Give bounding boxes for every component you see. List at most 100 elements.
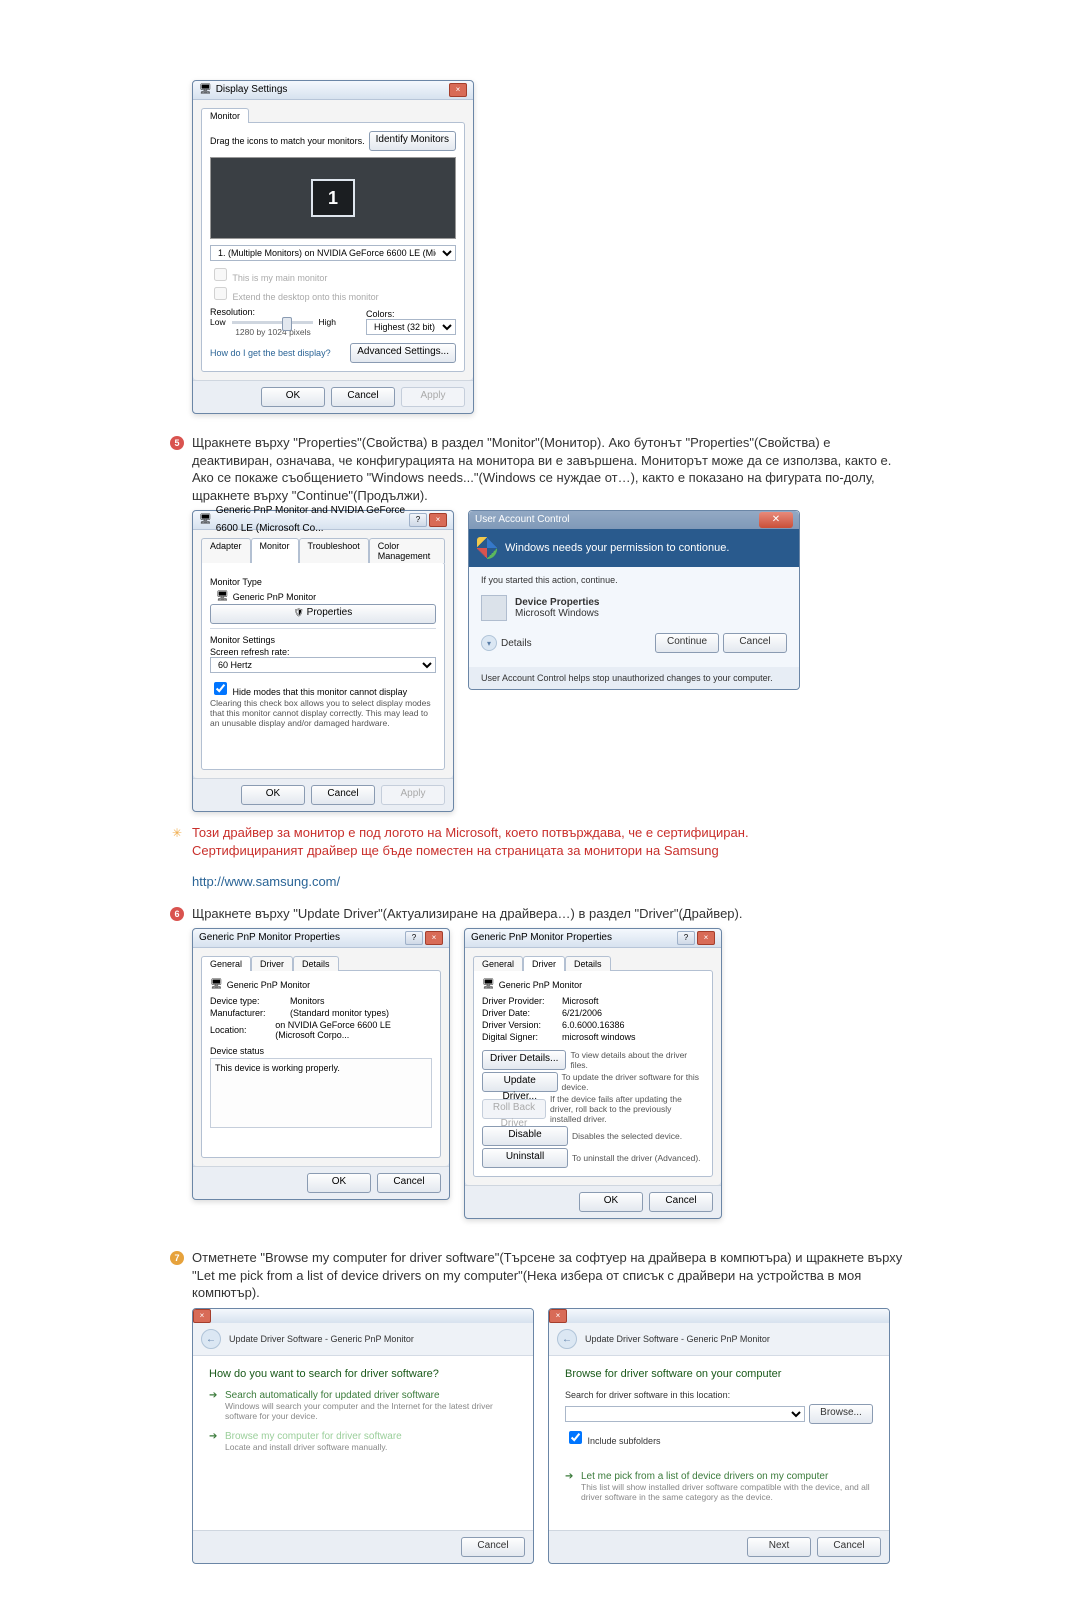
wizard-1-heading: How do you want to search for driver sof… xyxy=(209,1368,517,1380)
tab-monitor[interactable]: Monitor xyxy=(251,538,299,563)
chevron-down-icon[interactable]: ▾ xyxy=(481,635,497,651)
tab-general[interactable]: General xyxy=(201,956,251,971)
tab-color-management[interactable]: Color Management xyxy=(369,538,445,563)
refresh-rate-select[interactable]: 60 Hertz xyxy=(210,657,436,673)
apply-button: Apply xyxy=(401,387,465,407)
close-icon[interactable]: × xyxy=(697,931,715,945)
disable-desc: Disables the selected device. xyxy=(572,1131,682,1141)
location-combo[interactable] xyxy=(565,1406,805,1422)
tab-monitor[interactable]: Monitor xyxy=(201,108,249,123)
ok-button[interactable]: OK xyxy=(579,1192,643,1212)
include-subfolders-checkbox[interactable] xyxy=(569,1431,582,1444)
cancel-button[interactable]: Cancel xyxy=(723,633,787,653)
next-button[interactable]: Next xyxy=(747,1537,811,1557)
dd-value: 6/21/2006 xyxy=(562,1008,602,1018)
cancel-button[interactable]: Cancel xyxy=(377,1173,441,1193)
step-6-badge: 6 xyxy=(170,907,184,921)
location-label: Location: xyxy=(210,1025,275,1035)
properties-button[interactable]: 🛡 Properties xyxy=(210,604,436,624)
hide-modes-desc: Clearing this check box allows you to se… xyxy=(210,698,436,728)
tab-adapter[interactable]: Adapter xyxy=(201,538,251,563)
window-icon: 🖥 xyxy=(199,81,212,99)
manufacturer-label: Manufacturer: xyxy=(210,1008,290,1018)
close-icon[interactable]: ✕ xyxy=(759,512,793,528)
hide-modes-checkbox[interactable] xyxy=(214,682,227,695)
back-icon[interactable]: ← xyxy=(557,1329,577,1349)
wizard-1-title: Update Driver Software - Generic PnP Mon… xyxy=(229,1334,414,1344)
help-icon[interactable]: ? xyxy=(409,513,427,527)
close-icon[interactable]: × xyxy=(549,1309,567,1323)
window-icon: 🖥 xyxy=(199,511,212,529)
program-icon xyxy=(481,595,507,621)
update-driver-wizard-1: × ← Update Driver Software - Generic PnP… xyxy=(192,1308,534,1564)
close-icon[interactable]: × xyxy=(449,83,467,97)
ok-button[interactable]: OK xyxy=(307,1173,371,1193)
status-label: Device status xyxy=(210,1046,432,1056)
step-5-text-1: Щракнете върху "Properties"(Свойства) в … xyxy=(192,434,910,469)
details-label[interactable]: Details xyxy=(501,638,532,649)
monitor-1-icon[interactable]: 1 xyxy=(311,179,355,217)
cancel-button[interactable]: Cancel xyxy=(817,1537,881,1557)
main-monitor-label: This is my main monitor xyxy=(232,273,327,283)
manufacturer-value: (Standard monitor types) xyxy=(290,1008,389,1018)
opt1-desc: Windows will search your computer and th… xyxy=(225,1401,517,1421)
cancel-button[interactable]: Cancel xyxy=(649,1192,713,1212)
tab-driver[interactable]: Driver xyxy=(523,956,565,971)
help-icon[interactable]: ? xyxy=(405,931,423,945)
ok-button[interactable]: OK xyxy=(241,785,305,805)
option-let-me-pick[interactable]: ➔ Let me pick from a list of device driv… xyxy=(565,1471,873,1502)
option-browse-computer[interactable]: ➔ Browse my computer for driver software… xyxy=(209,1431,517,1452)
apply-button: Apply xyxy=(381,785,445,805)
close-icon[interactable]: × xyxy=(193,1309,211,1323)
update-driver-button[interactable]: Update Driver... xyxy=(482,1072,558,1092)
dd-label: Driver Date: xyxy=(482,1008,562,1018)
uac-program-name: Device Properties xyxy=(515,597,600,608)
driver-details-desc: To view details about the driver files. xyxy=(570,1050,704,1070)
arrow-icon: ➔ xyxy=(209,1431,219,1452)
tab-driver[interactable]: Driver xyxy=(251,956,293,971)
driver-details-button[interactable]: Driver Details... xyxy=(482,1050,566,1070)
samsung-link[interactable]: http://www.samsung.com/ xyxy=(192,874,340,889)
identify-monitors-button[interactable]: Identify Monitors xyxy=(369,131,456,151)
window-title: Generic PnP Monitor Properties xyxy=(199,929,340,947)
step-5-badge: 5 xyxy=(170,436,184,450)
hide-modes-label: Hide modes that this monitor cannot disp… xyxy=(233,687,408,697)
ok-button[interactable]: OK xyxy=(261,387,325,407)
disable-button[interactable]: Disable xyxy=(482,1126,568,1146)
extend-desktop-label: Extend the desktop onto this monitor xyxy=(233,292,379,302)
monitor-select[interactable]: 1. (Multiple Monitors) on NVIDIA GeForce… xyxy=(210,245,456,261)
close-icon[interactable]: × xyxy=(429,513,447,527)
monitor-preview-area: 1 xyxy=(210,157,456,239)
refresh-label: Screen refresh rate: xyxy=(210,647,436,657)
colors-select[interactable]: Highest (32 bit) xyxy=(366,319,456,335)
wizard-2-title: Update Driver Software - Generic PnP Mon… xyxy=(585,1334,770,1344)
uninstall-desc: To uninstall the driver (Advanced). xyxy=(572,1153,701,1163)
uac-dialog: User Account Control ✕ Windows needs you… xyxy=(468,510,800,690)
resolution-slider[interactable] xyxy=(232,321,313,324)
tab-troubleshoot[interactable]: Troubleshoot xyxy=(299,538,369,563)
browse-button[interactable]: Browse... xyxy=(809,1404,873,1424)
cancel-button[interactable]: Cancel xyxy=(311,785,375,805)
option-search-auto[interactable]: ➔ Search automatically for updated drive… xyxy=(209,1390,517,1421)
cancel-button[interactable]: Cancel xyxy=(331,387,395,407)
best-display-link[interactable]: How do I get the best display? xyxy=(210,348,331,358)
tab-general[interactable]: General xyxy=(473,956,523,971)
back-icon[interactable]: ← xyxy=(201,1329,221,1349)
note-line-2a: Сертифицираният драйвер ще бъде поместен… xyxy=(192,843,664,858)
res-value: 1280 by 1024 pixels xyxy=(210,327,336,337)
pick-desc: This list will show installed driver sof… xyxy=(581,1482,873,1502)
help-icon[interactable]: ? xyxy=(677,931,695,945)
advanced-settings-button[interactable]: Advanced Settings... xyxy=(350,343,456,363)
continue-button[interactable]: Continue xyxy=(655,633,719,653)
rollback-driver-button: Roll Back Driver xyxy=(482,1099,546,1119)
note-line-1: Този драйвер за монитор е под логото на … xyxy=(192,824,910,842)
tab-details[interactable]: Details xyxy=(293,956,339,971)
opt1-title: Search automatically for updated driver … xyxy=(225,1390,517,1401)
cancel-button[interactable]: Cancel xyxy=(461,1537,525,1557)
tab-details[interactable]: Details xyxy=(565,956,611,971)
rollback-driver-desc: If the device fails after updating the d… xyxy=(550,1094,704,1124)
close-icon[interactable]: × xyxy=(425,931,443,945)
uninstall-button[interactable]: Uninstall xyxy=(482,1148,568,1168)
wizard-2-heading: Browse for driver software on your compu… xyxy=(565,1368,873,1380)
monitor-properties-dialog: 🖥 Generic PnP Monitor and NVIDIA GeForce… xyxy=(192,510,454,812)
